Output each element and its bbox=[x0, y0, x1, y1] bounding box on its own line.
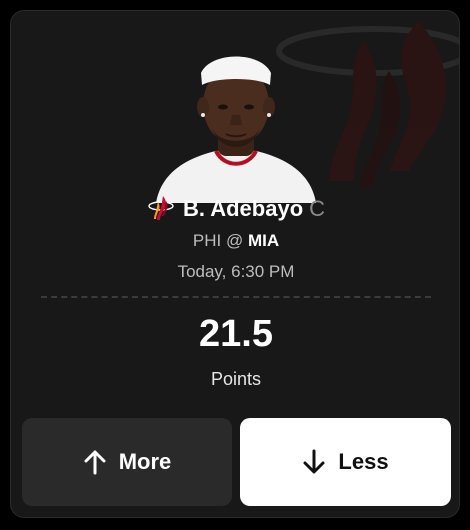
less-button[interactable]: Less bbox=[240, 418, 451, 506]
projection-stat: Points bbox=[210, 369, 262, 389]
player-position: C bbox=[309, 196, 326, 221]
more-button[interactable]: More bbox=[22, 418, 232, 506]
game-time: Today, 6:30 PM bbox=[177, 262, 295, 281]
arrow-down-icon bbox=[303, 449, 325, 474]
player-prop-card: B. Adebayo C PHI @ MIA Today, 6:30 PM 21.… bbox=[10, 10, 460, 518]
player-name: B. Adebayo bbox=[182, 196, 304, 221]
player-name-row: B. Adebayo C bbox=[11, 194, 459, 224]
away-team: PHI bbox=[192, 231, 222, 250]
miami-heat-logo-icon bbox=[148, 196, 174, 221]
arrow-up-icon bbox=[84, 450, 106, 475]
matchup: PHI @ MIA bbox=[11, 231, 459, 251]
matchup-separator: @ bbox=[225, 231, 244, 250]
dashed-divider bbox=[41, 296, 431, 298]
home-team: MIA bbox=[247, 231, 280, 250]
player-headshot bbox=[156, 56, 316, 203]
projection-value: 21.5 bbox=[199, 313, 273, 355]
more-button-label: More bbox=[118, 449, 172, 474]
less-button-label: Less bbox=[338, 449, 389, 474]
